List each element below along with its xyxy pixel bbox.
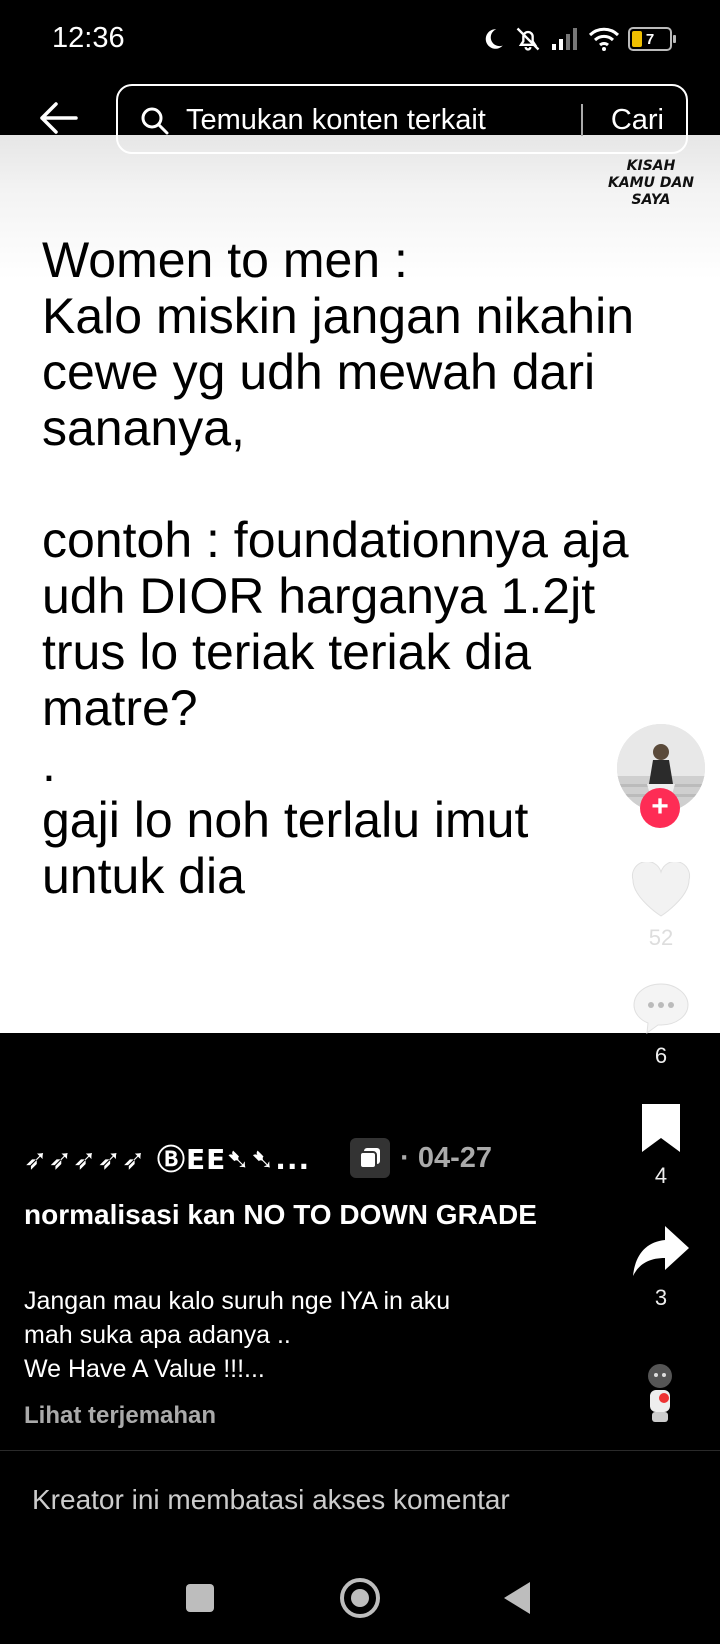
post-line: trus lo teriak teriak dia — [42, 624, 532, 680]
search-bar[interactable]: Temukan konten terkait Cari — [116, 84, 688, 154]
share-icon — [633, 1226, 689, 1276]
save-button[interactable]: 4 — [622, 1100, 700, 1189]
watermark-line: SAYA — [631, 192, 671, 208]
watermark-line: KISAH — [626, 158, 676, 174]
battery-level: 7 — [645, 30, 655, 48]
divider — [0, 1450, 720, 1451]
watermark-line: KAMU DAN — [607, 175, 695, 191]
post-line: Kalo miskin jangan nikahin — [42, 288, 635, 344]
signal-icon — [552, 28, 577, 50]
post-line: untuk dia — [42, 848, 245, 904]
share-count: 3 — [654, 1285, 668, 1310]
creator-row[interactable]: ➶➶➶➶➶ ⒷEE➷➷... · 04-27 — [24, 1135, 492, 1181]
post-line: . — [42, 736, 56, 792]
post-line: gaji lo noh terlalu imut — [42, 792, 529, 848]
creator-name[interactable]: ➶➶➶➶➶ ⒷEE➷➷... — [24, 1138, 310, 1178]
post-line: sananya, — [42, 400, 245, 456]
caption-title: normalisasi kan NO TO DOWN GRADE — [24, 1199, 537, 1230]
post-line: contoh : foundationnya aja — [42, 512, 629, 568]
post-line: matre? — [42, 680, 198, 736]
search-icon — [141, 107, 169, 135]
caption-line: mah suka apa adanya .. — [24, 1321, 291, 1349]
comment-restricted-notice: Kreator ini membatasi akses komentar — [32, 1484, 510, 1515]
status-bar: 12:36 7 — [0, 0, 720, 80]
status-icons: 7 — [480, 22, 676, 56]
caption-line: Jangan mau kalo suruh nge IYA in aku — [24, 1287, 451, 1315]
bookmark-icon — [642, 1104, 680, 1152]
search-input[interactable]: Temukan konten terkait — [186, 104, 486, 137]
battery-indicator: 7 — [628, 27, 676, 51]
post-line: Women to men : — [42, 232, 408, 288]
caption-line: We Have A Value !!!... — [24, 1355, 265, 1383]
search-divider — [581, 104, 583, 136]
bell-off-icon — [516, 27, 540, 51]
status-time: 12:36 — [52, 22, 125, 54]
post-text: Women to men : Kalo miskin jangan nikahi… — [42, 232, 702, 904]
post-date: · 04-27 — [400, 1141, 493, 1174]
duplicate-icon — [350, 1138, 391, 1178]
recents-button[interactable] — [186, 1584, 214, 1612]
post-line: cewe yg udh mewah dari — [42, 344, 596, 400]
save-count: 4 — [654, 1163, 668, 1188]
search-button[interactable]: Cari — [611, 104, 664, 137]
share-button[interactable]: 3 — [622, 1222, 700, 1311]
follow-button[interactable]: + — [640, 788, 680, 828]
like-count: 52 — [648, 925, 674, 950]
like-button[interactable]: 52 — [622, 860, 700, 951]
heart-icon — [631, 860, 691, 917]
nav-back-button[interactable] — [504, 1582, 530, 1614]
home-button[interactable] — [340, 1578, 380, 1618]
moon-icon — [485, 29, 503, 49]
wifi-icon — [588, 27, 620, 51]
back-button[interactable] — [36, 96, 86, 146]
comment-count: 6 — [654, 1043, 668, 1068]
translate-link[interactable]: Lihat terjemahan — [24, 1402, 216, 1430]
comment-button[interactable]: 6 — [622, 980, 700, 1069]
music-disc-icon[interactable] — [642, 1362, 678, 1424]
post-line: udh DIOR harganya 1.2jt — [42, 568, 596, 624]
arrow-left-icon — [40, 102, 78, 134]
watermark: KISAH KAMU DAN SAYA — [596, 158, 706, 209]
comment-icon — [633, 983, 689, 1035]
caption-body[interactable]: Jangan mau kalo suruh nge IYA in aku mah… — [24, 1284, 544, 1386]
